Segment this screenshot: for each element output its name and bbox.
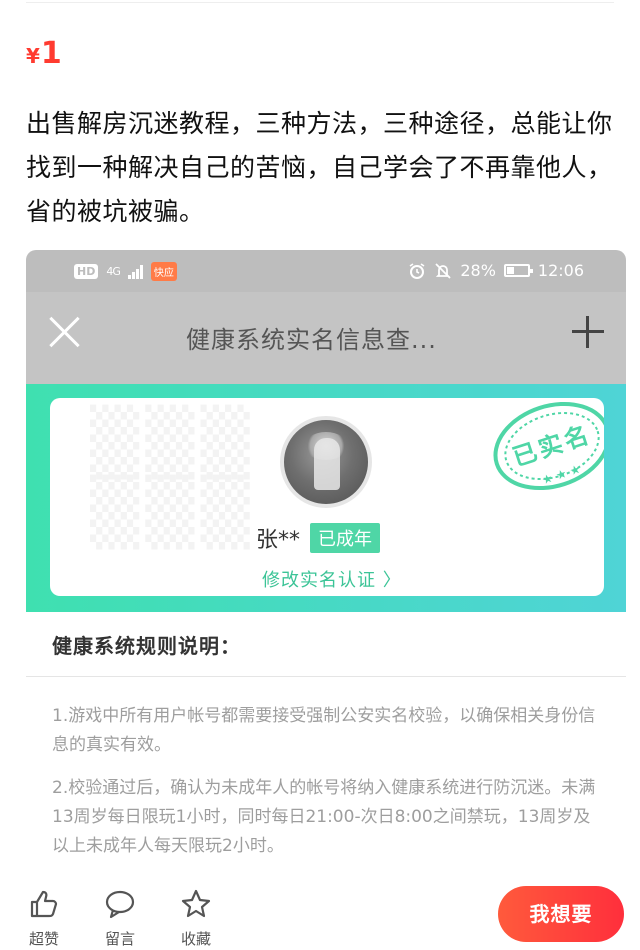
price: ¥ 1 [26, 36, 62, 71]
favorite-label: 收藏 [180, 930, 211, 948]
chat-bubble-icon [105, 890, 135, 919]
rule-item-1: 1.游戏中所有用户帐号都需要接受强制公安实名校验，以确保相关身份信息的真实有效。 [52, 706, 596, 755]
top-divider [26, 2, 614, 3]
user-row: 张** 已成年 [256, 522, 381, 554]
status-right: 28% 12:06 [408, 261, 584, 280]
network-type: 4G [106, 265, 120, 278]
edit-verification-link[interactable]: 修改实名认证 〉 [262, 566, 402, 592]
battery-percent: 28% [460, 261, 496, 280]
verified-stamp: 已实名 ★ ★ ★ [493, 401, 604, 491]
nav-bar: 健康系统实名信息查... [26, 292, 626, 384]
plus-icon[interactable] [572, 316, 604, 348]
like-button[interactable]: 超赞 [20, 888, 68, 949]
currency-symbol: ¥ [26, 44, 40, 68]
thumbs-up-icon [30, 890, 58, 918]
avatar-figure [314, 438, 340, 490]
close-icon[interactable] [48, 314, 82, 348]
nav-title: 健康系统实名信息查... [186, 326, 437, 354]
mute-icon [435, 262, 451, 279]
listing-description: 出售解房沉迷教程，三种方法，三种途径，总能让你找到一种解决自己的苦恼，自己学会了… [26, 109, 613, 226]
embedded-screenshot: HD 4G 快应 28% 12:06 健康系统实名信息查... ▒▒▒▒▒▒ [26, 250, 626, 860]
identity-card-background: ▒▒▒ ▒▒▒ 张** 已成年 修改实名认证 〉 已实名 ★ ★ ★ [26, 384, 626, 612]
want-button[interactable]: 我想要 [498, 886, 624, 942]
alarm-icon [409, 262, 425, 279]
clock: 12:06 [537, 261, 584, 280]
rules-title: 健康系统规则说明： [52, 634, 241, 658]
rule-item-2: 2.校验通过后，确认为未成年人的帐号将纳入健康系统进行防沉迷。未满13周岁每日限… [52, 778, 596, 856]
signal-icon [127, 264, 143, 279]
avatar [280, 416, 372, 508]
status-left: HD 4G 快应 [74, 262, 177, 281]
watermark-pattern: ▒▒▒ ▒▒▒ [90, 406, 256, 550]
favorite-button[interactable]: 收藏 [172, 888, 220, 949]
battery-icon [503, 264, 533, 277]
user-name: 张** [256, 528, 301, 553]
like-label: 超赞 [28, 930, 59, 948]
adult-badge: 已成年 [310, 523, 381, 553]
price-value: 1 [40, 36, 62, 71]
message-button[interactable]: 留言 [96, 888, 144, 949]
hd-badge: HD [74, 264, 99, 279]
rules-divider [26, 676, 626, 677]
message-label: 留言 [104, 930, 135, 948]
app-badge: 快应 [150, 262, 177, 281]
status-bar: HD 4G 快应 28% 12:06 [26, 250, 626, 292]
bottom-action-bar: 超赞 留言 收藏 我想要 [0, 880, 640, 950]
star-icon [181, 889, 211, 918]
identity-card: ▒▒▒ ▒▒▒ 张** 已成年 修改实名认证 〉 已实名 ★ ★ ★ [50, 398, 604, 596]
